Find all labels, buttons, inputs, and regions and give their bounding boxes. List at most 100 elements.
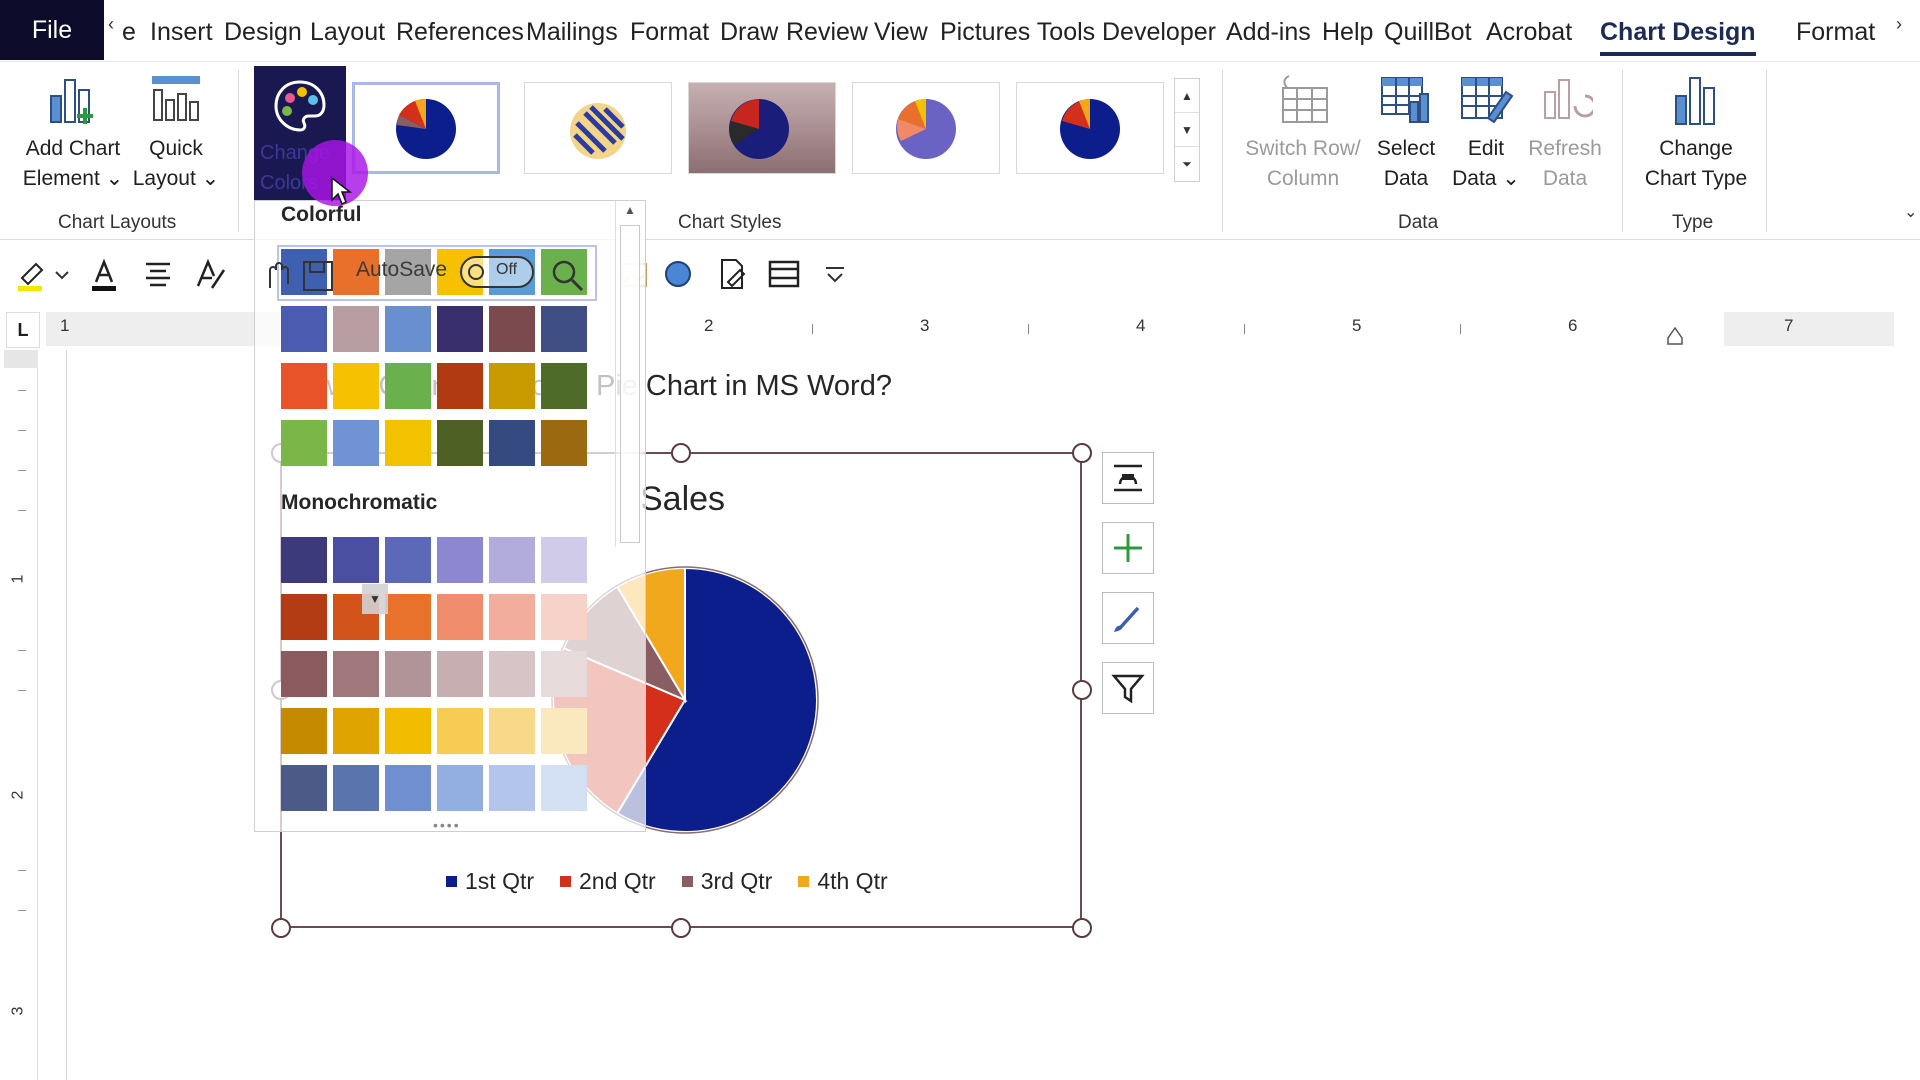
tab-format-chart[interactable]: Format (1796, 18, 1875, 47)
palette-swatch (437, 363, 483, 409)
legend-item[interactable]: 1st Qtr (446, 868, 534, 895)
palette-swatch (281, 306, 327, 352)
tab-developer[interactable]: Developer (1102, 18, 1216, 47)
touch-mode-icon[interactable] (260, 258, 298, 294)
colorful-palette-2[interactable] (281, 306, 593, 354)
chart-style-1[interactable] (352, 82, 500, 174)
tab-design[interactable]: Design (224, 18, 302, 47)
tab-selector[interactable]: L (6, 312, 40, 348)
table-layout-icon[interactable] (766, 256, 802, 292)
scroll-down-icon[interactable]: ▼ (362, 584, 388, 614)
select-data-button[interactable]: Select Data (1372, 72, 1440, 194)
tab-insert[interactable]: Insert (150, 18, 213, 47)
autosave-toggle[interactable]: Off (460, 256, 534, 288)
gallery-up-icon[interactable]: ▲ (1175, 79, 1199, 113)
scroll-thumb[interactable] (620, 225, 640, 543)
mono-palette-3[interactable] (281, 651, 593, 699)
chart-legend[interactable]: 1st Qtr 2nd Qtr 3rd Qtr 4th Qtr (446, 868, 888, 895)
change-colors-dropdown[interactable]: Colorful Monochromatic ▲ •••• (254, 200, 646, 833)
refresh-data-button[interactable]: Refresh Data (1522, 72, 1608, 194)
layout-options-button[interactable] (1102, 452, 1154, 504)
tab-references[interactable]: References (396, 18, 524, 47)
palette-scrollbar[interactable]: ▲ (615, 201, 643, 547)
tab-home-partial[interactable]: e (122, 18, 136, 47)
tab-pictures-tools[interactable]: Pictures Tools (940, 18, 1095, 47)
search-icon[interactable] (548, 256, 586, 294)
tab-acrobat[interactable]: Acrobat (1486, 18, 1572, 47)
palette-swatch (333, 420, 379, 466)
gallery-down-icon[interactable]: ▼ (1175, 113, 1199, 147)
text-style-icon[interactable] (192, 256, 228, 292)
legend-item[interactable]: 4th Qtr (798, 868, 888, 895)
resize-grip-icon[interactable]: •••• (433, 817, 461, 833)
customize-toolbar-icon[interactable] (822, 256, 848, 292)
tab-chart-design[interactable]: Chart Design (1600, 18, 1756, 56)
chart-styles-button[interactable] (1102, 592, 1154, 644)
chart-title[interactable]: Sales (640, 480, 725, 519)
tab-file[interactable]: File (0, 0, 104, 60)
mouse-pointer-icon (331, 176, 353, 206)
palette-swatch (437, 651, 483, 697)
chart-style-2[interactable] (524, 82, 672, 174)
refresh-data-icon (1544, 79, 1593, 119)
mono-palette-2[interactable] (281, 594, 593, 642)
quick-layout-button[interactable]: Quick Layout ⌄ (128, 72, 224, 194)
gallery-more-icon[interactable]: ⏷ (1175, 147, 1199, 181)
shape-circle-icon[interactable] (660, 256, 696, 292)
select-data-label-1: Select (1376, 137, 1436, 160)
ruler-number: 2 (9, 790, 27, 800)
tab-help[interactable]: Help (1322, 18, 1373, 47)
tab-quillbot[interactable]: QuillBot (1384, 18, 1472, 47)
chart-style-2-preview (570, 103, 626, 159)
chart-style-4[interactable] (852, 82, 1000, 174)
resize-handle-top-right[interactable] (1072, 443, 1092, 463)
vertical-ruler[interactable]: 1 2 3 (4, 350, 38, 1080)
tab-view[interactable]: View (874, 18, 928, 47)
mono-palette-5[interactable] (281, 765, 593, 813)
resize-handle-right[interactable] (1072, 680, 1092, 700)
colorful-palette-4[interactable] (281, 420, 593, 468)
chart-style-3[interactable] (688, 82, 836, 174)
quick-layout-label-1: Quick (149, 137, 203, 160)
resize-handle-bottom-right[interactable] (1072, 918, 1092, 938)
legend-item[interactable]: 2nd Qtr (560, 868, 656, 895)
font-color-icon[interactable] (86, 256, 122, 292)
colorful-palette-3[interactable] (281, 363, 593, 411)
colorful-heading: Colorful (281, 203, 362, 226)
resize-handle-top[interactable] (671, 443, 691, 463)
chart-styles-scroller[interactable]: ▲ ▼ ⏷ (1174, 78, 1200, 182)
palette-swatch (437, 708, 483, 754)
mono-palette-4[interactable] (281, 708, 593, 756)
tab-review[interactable]: Review (786, 18, 868, 47)
tab-scroll-left-icon[interactable]: ‹ (108, 14, 114, 35)
resize-handle-bottom-left[interactable] (271, 918, 291, 938)
legend-label: 3rd Qtr (700, 868, 773, 894)
ruler-tick (1460, 324, 1461, 334)
tab-add-ins[interactable]: Add-ins (1226, 18, 1311, 47)
ruler-number: 2 (704, 316, 714, 335)
tab-scroll-right-icon[interactable]: › (1896, 14, 1902, 35)
right-indent-marker-icon[interactable] (1666, 326, 1684, 346)
tab-layout[interactable]: Layout (310, 18, 385, 47)
mono-palette-1[interactable] (281, 537, 593, 585)
highlighter-dropdown-icon[interactable] (52, 256, 72, 292)
resize-handle-bottom[interactable] (671, 918, 691, 938)
chart-style-5[interactable] (1016, 82, 1164, 174)
tab-draw[interactable]: Draw (720, 18, 778, 47)
switch-row-column-button[interactable]: Switch Row/ Column (1236, 72, 1370, 194)
chart-filters-button[interactable] (1102, 662, 1154, 714)
tab-mailings[interactable]: Mailings (526, 18, 618, 47)
highlighter-icon[interactable] (14, 256, 50, 292)
edit-data-button[interactable]: Edit Data ⌄ (1446, 72, 1526, 194)
data-group-label: Data (1398, 212, 1439, 233)
align-center-icon[interactable] (140, 256, 176, 292)
edit-document-icon[interactable] (714, 256, 750, 292)
legend-item[interactable]: 3rd Qtr (681, 868, 773, 895)
ribbon-collapse-icon[interactable]: ⌄ (1904, 202, 1917, 222)
add-chart-element-button[interactable]: Add Chart Element ⌄ (14, 72, 132, 194)
tab-format[interactable]: Format (630, 18, 709, 47)
change-chart-type-button[interactable]: Change Chart Type (1634, 72, 1758, 194)
scroll-up-icon[interactable]: ▲ (616, 203, 644, 223)
save-icon[interactable] (300, 258, 336, 294)
chart-elements-button[interactable] (1102, 522, 1154, 574)
